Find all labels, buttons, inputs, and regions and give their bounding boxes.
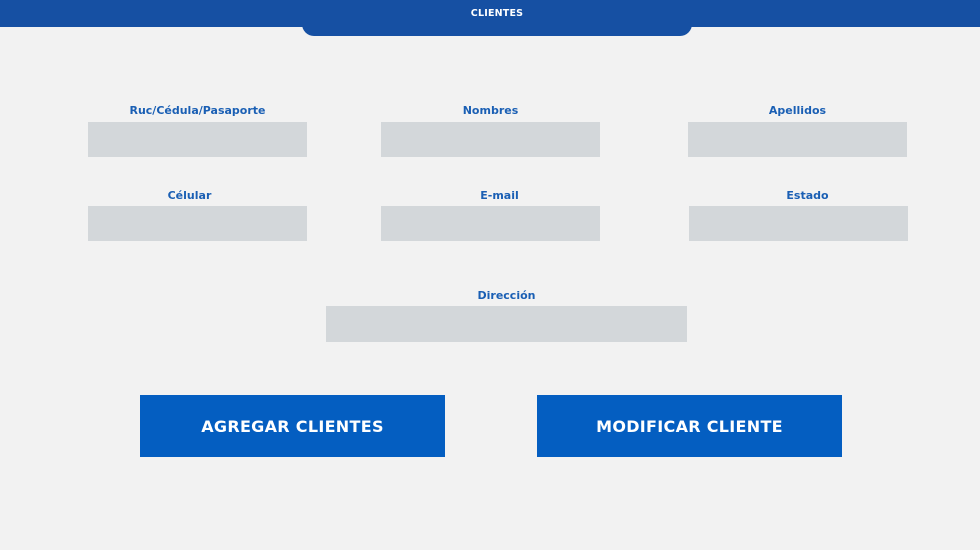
- add-clients-button[interactable]: AGREGAR CLIENTES: [140, 395, 445, 457]
- nombres-label: Nombres: [462, 104, 519, 117]
- celular-label: Célular: [167, 189, 212, 202]
- nombres-field[interactable]: [381, 122, 600, 157]
- ruc-field[interactable]: [88, 122, 307, 157]
- apellidos-label: Apellidos: [768, 104, 827, 117]
- estado-label: Estado: [786, 189, 829, 202]
- apellidos-field[interactable]: [688, 122, 907, 157]
- section-tab: CLIENTES: [302, 0, 692, 36]
- page-title: CLIENTES: [470, 8, 524, 19]
- modify-client-button[interactable]: MODIFICAR CLIENTE: [537, 395, 842, 457]
- email-field[interactable]: [381, 206, 600, 241]
- estado-field[interactable]: [689, 206, 908, 241]
- celular-field[interactable]: [88, 206, 307, 241]
- direccion-field[interactable]: [326, 306, 687, 342]
- ruc-label: Ruc/Cédula/Pasaporte: [129, 104, 266, 117]
- email-label: E-mail: [480, 189, 519, 202]
- direccion-label: Dirección: [477, 289, 536, 302]
